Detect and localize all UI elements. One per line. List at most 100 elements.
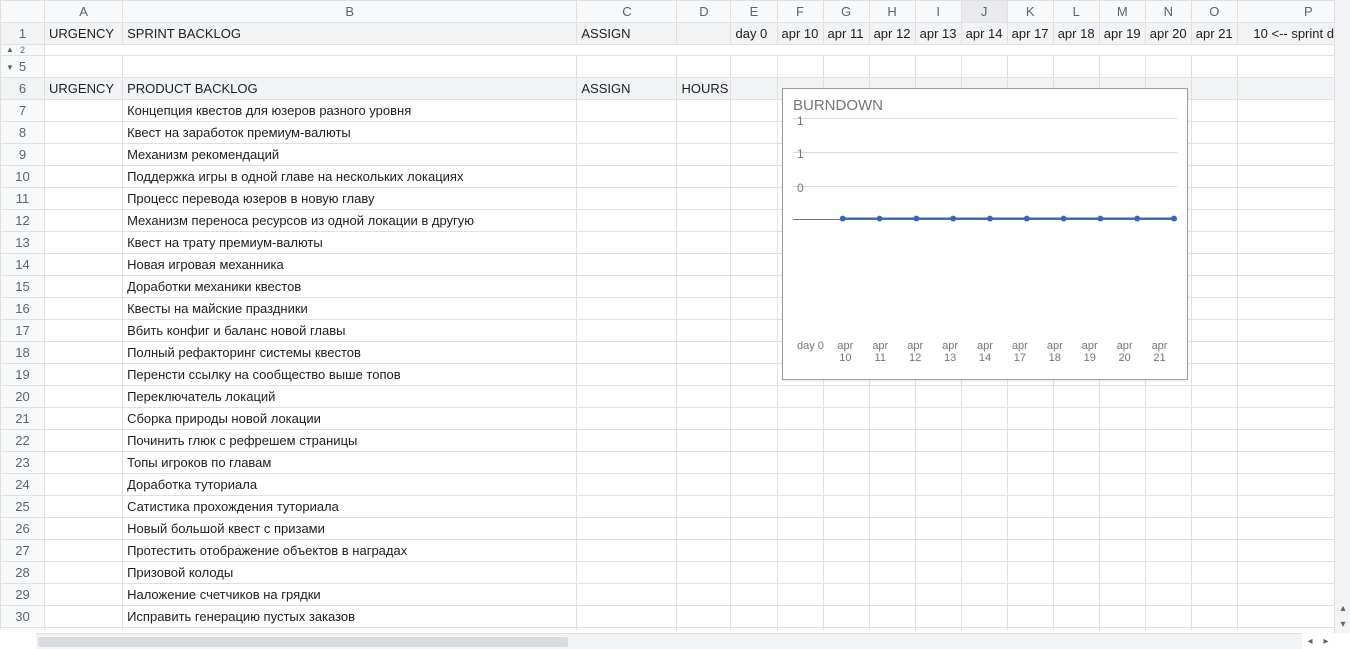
- cell[interactable]: [1145, 628, 1191, 631]
- cell[interactable]: [1145, 386, 1191, 408]
- cell[interactable]: [677, 254, 731, 276]
- cell[interactable]: [731, 452, 777, 474]
- row-header[interactable]: 10: [1, 166, 45, 188]
- cell[interactable]: [777, 452, 823, 474]
- cell[interactable]: [777, 496, 823, 518]
- cell[interactable]: [731, 188, 777, 210]
- col-header-G[interactable]: G: [823, 1, 869, 23]
- cell[interactable]: [869, 430, 915, 452]
- cell[interactable]: apr 17: [1007, 23, 1053, 45]
- row-header[interactable]: 13: [1, 232, 45, 254]
- cell[interactable]: [45, 342, 123, 364]
- row-header[interactable]: 16: [1, 298, 45, 320]
- cell[interactable]: [915, 496, 961, 518]
- cell[interactable]: [823, 606, 869, 628]
- cell[interactable]: [869, 408, 915, 430]
- col-header-N[interactable]: N: [1145, 1, 1191, 23]
- cell[interactable]: [869, 628, 915, 631]
- cell[interactable]: [45, 320, 123, 342]
- cell[interactable]: Починить глюк с рефрешем страницы: [123, 430, 577, 452]
- cell[interactable]: [915, 408, 961, 430]
- cell[interactable]: [869, 606, 915, 628]
- cell[interactable]: [823, 386, 869, 408]
- cell[interactable]: [1191, 408, 1237, 430]
- cell[interactable]: [45, 496, 123, 518]
- cell[interactable]: [777, 540, 823, 562]
- cell[interactable]: [731, 320, 777, 342]
- cell[interactable]: Призовой колоды: [123, 562, 577, 584]
- cell[interactable]: [731, 408, 777, 430]
- cell[interactable]: [1191, 474, 1237, 496]
- cell[interactable]: [1191, 276, 1237, 298]
- cell[interactable]: [1191, 606, 1237, 628]
- cell[interactable]: [45, 298, 123, 320]
- cell[interactable]: [823, 518, 869, 540]
- cell[interactable]: [1191, 144, 1237, 166]
- cell[interactable]: [1007, 518, 1053, 540]
- cell[interactable]: [45, 606, 123, 628]
- cell[interactable]: [1145, 452, 1191, 474]
- cell[interactable]: [731, 474, 777, 496]
- cell[interactable]: [677, 562, 731, 584]
- cell[interactable]: [1007, 474, 1053, 496]
- cell[interactable]: [961, 408, 1007, 430]
- cell[interactable]: [677, 166, 731, 188]
- cell[interactable]: [677, 232, 731, 254]
- cell[interactable]: [731, 210, 777, 232]
- col-header-L[interactable]: L: [1053, 1, 1099, 23]
- horizontal-scrollbar[interactable]: ◂ ▸: [36, 633, 1302, 649]
- cell[interactable]: Доработки механики квестов: [123, 276, 577, 298]
- burndown-chart[interactable]: BURNDOWN 1 1 0 day 0 apr10 apr11 apr1: [782, 88, 1188, 380]
- cell[interactable]: [45, 188, 123, 210]
- cell[interactable]: [1145, 562, 1191, 584]
- cell[interactable]: apr 20: [1145, 23, 1191, 45]
- cell[interactable]: [777, 474, 823, 496]
- cell[interactable]: [677, 298, 731, 320]
- cell[interactable]: [1099, 496, 1145, 518]
- col-header-O[interactable]: O: [1191, 1, 1237, 23]
- cell[interactable]: [869, 518, 915, 540]
- cell[interactable]: [677, 518, 731, 540]
- cell[interactable]: [577, 100, 677, 122]
- cell[interactable]: apr 14: [961, 23, 1007, 45]
- row-header[interactable]: 8: [1, 122, 45, 144]
- cell[interactable]: [577, 320, 677, 342]
- cell[interactable]: [869, 386, 915, 408]
- cell[interactable]: Процесс перевода юзеров в новую главу: [123, 188, 577, 210]
- cell[interactable]: [577, 408, 677, 430]
- cell[interactable]: [677, 496, 731, 518]
- row-header[interactable]: 25: [1, 496, 45, 518]
- cell[interactable]: [1099, 408, 1145, 430]
- cell[interactable]: [1007, 606, 1053, 628]
- cell[interactable]: [1007, 540, 1053, 562]
- cell[interactable]: Полный рефакторинг системы квестов: [123, 342, 577, 364]
- cell[interactable]: [577, 584, 677, 606]
- cell[interactable]: Концепция квестов для юзеров разного уро…: [123, 100, 577, 122]
- cell[interactable]: [577, 232, 677, 254]
- row-group-collapse-icon[interactable]: ▲: [4, 46, 16, 54]
- cell[interactable]: [915, 540, 961, 562]
- cell[interactable]: Наложение счетчиков на грядки: [123, 584, 577, 606]
- cell[interactable]: [1099, 540, 1145, 562]
- cell[interactable]: [823, 562, 869, 584]
- cell[interactable]: [731, 584, 777, 606]
- cell[interactable]: [731, 518, 777, 540]
- cell[interactable]: [731, 144, 777, 166]
- cell[interactable]: [1099, 562, 1145, 584]
- cell[interactable]: [961, 474, 1007, 496]
- cell[interactable]: [823, 408, 869, 430]
- cell[interactable]: [577, 364, 677, 386]
- cell[interactable]: Вбить конфиг и баланс новой главы: [123, 320, 577, 342]
- col-header-E[interactable]: E: [731, 1, 777, 23]
- cell[interactable]: [577, 518, 677, 540]
- cell[interactable]: [677, 452, 731, 474]
- cell[interactable]: [731, 540, 777, 562]
- row-header[interactable]: 17: [1, 320, 45, 342]
- cell[interactable]: [731, 100, 777, 122]
- cell[interactable]: ASSIGN: [577, 78, 677, 100]
- cell[interactable]: [677, 23, 731, 45]
- cell[interactable]: [1191, 298, 1237, 320]
- row-header[interactable]: 1: [1, 23, 45, 45]
- cell[interactable]: [731, 562, 777, 584]
- cell[interactable]: [577, 166, 677, 188]
